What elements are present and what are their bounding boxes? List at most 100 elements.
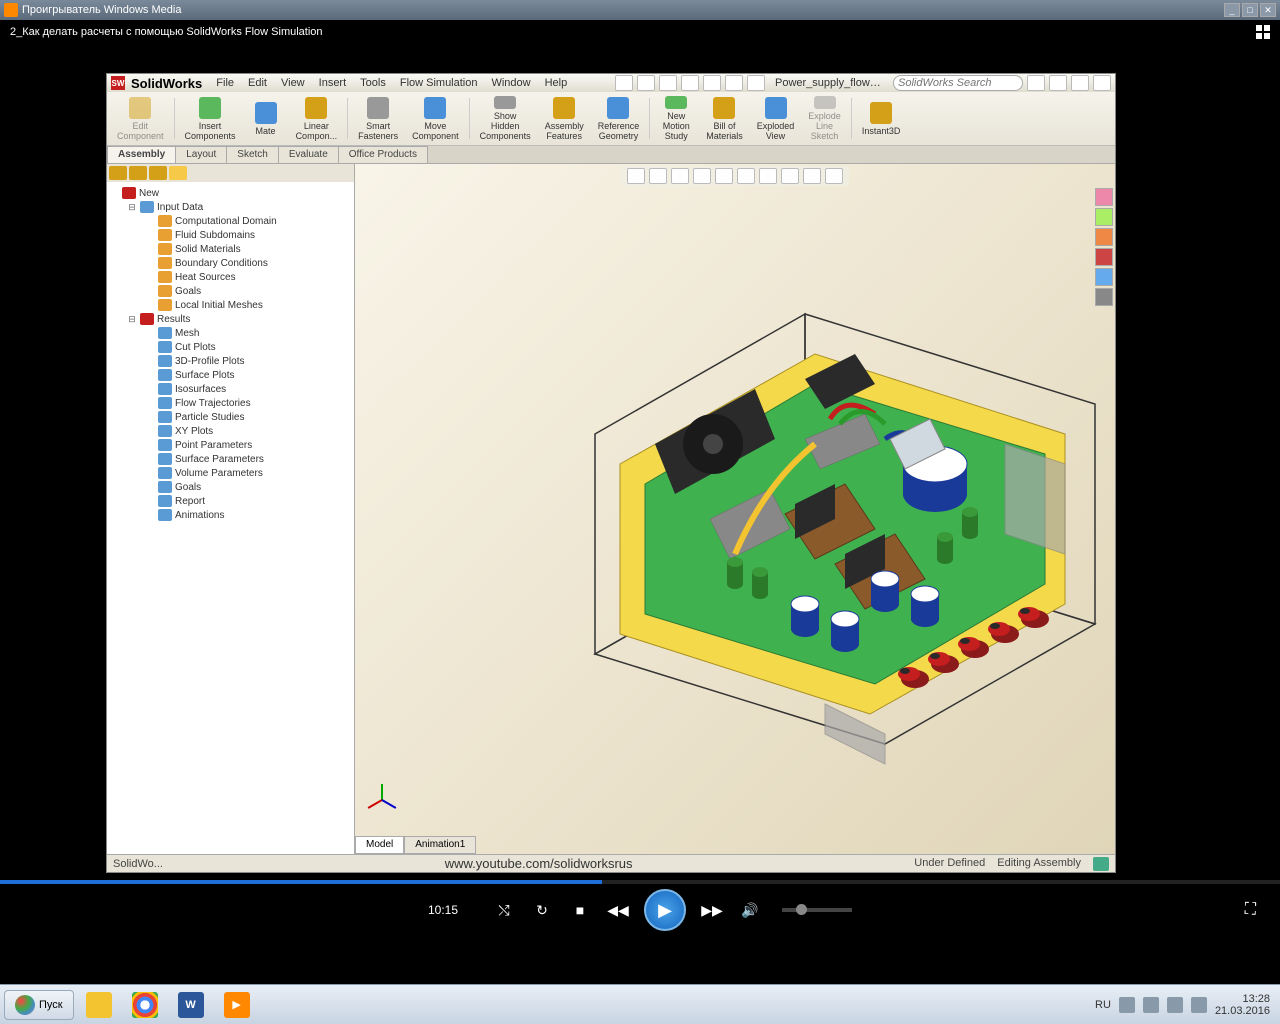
ribbon-linear[interactable]: LinearCompon... [290,94,344,143]
ribbon-mate[interactable]: Mate [244,94,288,143]
orientation-triad[interactable] [367,784,397,814]
ribbon-insert[interactable]: InsertComponents [179,94,242,143]
tab-sketch[interactable]: Sketch [226,146,279,163]
qat-open-button[interactable] [637,75,655,91]
zoom-area-icon[interactable] [649,168,667,184]
motion-tab-animation1[interactable]: Animation1 [404,836,476,854]
tree-xy-plots[interactable]: XY Plots [109,424,352,438]
qat-save-button[interactable] [659,75,677,91]
play-button[interactable]: ▶ [644,889,686,931]
file-explorer-icon[interactable] [1095,228,1113,246]
mute-button[interactable]: 🔊 [738,898,762,922]
menu-insert[interactable]: Insert [319,77,347,89]
menu-view[interactable]: View [281,77,305,89]
tray-action-icon[interactable] [1143,997,1159,1013]
clock[interactable]: 13:28 21.03.2016 [1215,993,1270,1017]
tree-local-initial-meshes[interactable]: Local Initial Meshes [109,298,352,312]
menu-file[interactable]: File [216,77,234,89]
search-input[interactable] [893,75,1023,91]
tree-fluid-subdomains[interactable]: Fluid Subdomains [109,228,352,242]
tray-chevron-icon[interactable] [1119,997,1135,1013]
tree--d-profile-plots[interactable]: 3D-Profile Plots [109,354,352,368]
taskbar-wmp[interactable]: ▶ [216,989,258,1021]
close-button[interactable]: ✕ [1260,3,1276,17]
tree-tab-property-icon[interactable] [129,166,147,180]
qat-rebuild-button[interactable] [725,75,743,91]
qat-options-button[interactable] [747,75,765,91]
next-button[interactable]: ▶▶ [700,898,724,922]
menu-window[interactable]: Window [491,77,530,89]
tray-network-icon[interactable] [1167,997,1183,1013]
tree-particle-studies[interactable]: Particle Studies [109,410,352,424]
maximize-button[interactable]: □ [1242,3,1258,17]
tree-tab-feature-icon[interactable] [109,166,127,180]
qat-new-button[interactable] [615,75,633,91]
window-restore-button[interactable] [1071,75,1089,91]
tree-volume-parameters[interactable]: Volume Parameters [109,466,352,480]
tab-assembly[interactable]: Assembly [107,146,176,163]
motion-tab-model[interactable]: Model [355,836,404,854]
tree-new[interactable]: New [109,186,352,200]
tree-heat-sources[interactable]: Heat Sources [109,270,352,284]
ribbon-assembly[interactable]: AssemblyFeatures [539,94,590,143]
tab-evaluate[interactable]: Evaluate [278,146,339,163]
apply-scene-icon[interactable] [803,168,821,184]
ribbon-instant-d[interactable]: Instant3D [856,94,907,143]
ribbon-bill-of[interactable]: Bill ofMaterials [700,94,749,143]
status-help-icon[interactable] [1093,857,1109,871]
minimize-button[interactable]: _ [1224,3,1240,17]
taskbar-explorer[interactable] [78,989,120,1021]
fullscreen-button[interactable]: ⛶ [1245,901,1256,919]
start-button[interactable]: Пуск [4,990,74,1020]
tree-flow-trajectories[interactable]: Flow Trajectories [109,396,352,410]
taskbar-chrome[interactable] [124,989,166,1021]
zoom-fit-icon[interactable] [627,168,645,184]
menu-flow-simulation[interactable]: Flow Simulation [400,77,478,89]
hide-show-icon[interactable] [759,168,777,184]
stop-button[interactable]: ■ [568,898,592,922]
view-settings-icon[interactable] [825,168,843,184]
view-orientation-icon[interactable] [715,168,733,184]
view-grid-icon[interactable] [1256,25,1270,39]
tree-solid-materials[interactable]: Solid Materials [109,242,352,256]
tree-surface-plots[interactable]: Surface Plots [109,368,352,382]
repeat-button[interactable]: ↻ [530,898,554,922]
tree-results[interactable]: ⊟Results [109,312,352,326]
tree-computational-domain[interactable]: Computational Domain [109,214,352,228]
ribbon-reference[interactable]: ReferenceGeometry [592,94,646,143]
tree-isosurfaces[interactable]: Isosurfaces [109,382,352,396]
tree-goals[interactable]: Goals [109,284,352,298]
tab-office-products[interactable]: Office Products [338,146,428,163]
tree-animations[interactable]: Animations [109,508,352,522]
design-library-icon[interactable] [1095,208,1113,226]
sw-resources-icon[interactable] [1095,188,1113,206]
volume-slider[interactable] [782,908,852,912]
edit-appearance-icon[interactable] [781,168,799,184]
tree-report[interactable]: Report [109,494,352,508]
menu-edit[interactable]: Edit [248,77,267,89]
tree-boundary-conditions[interactable]: Boundary Conditions [109,256,352,270]
menu-help[interactable]: Help [545,77,568,89]
taskbar-word[interactable]: W [170,989,212,1021]
tree-input-data[interactable]: ⊟Input Data [109,200,352,214]
tree-goals[interactable]: Goals [109,480,352,494]
ribbon-smart[interactable]: SmartFasteners [352,94,404,143]
qat-undo-button[interactable] [703,75,721,91]
tree-content[interactable]: New⊟Input DataComputational DomainFluid … [107,182,354,854]
menu-tools[interactable]: Tools [360,77,386,89]
tray-volume-icon[interactable] [1191,997,1207,1013]
window-close-button[interactable] [1093,75,1111,91]
section-view-icon[interactable] [693,168,711,184]
help-button[interactable] [1027,75,1045,91]
ribbon-new[interactable]: NewMotionStudy [654,94,698,143]
viewport[interactable]: ModelAnimation1 [355,164,1115,854]
ribbon-move[interactable]: MoveComponent [406,94,465,143]
window-minimize-button[interactable] [1049,75,1067,91]
qat-print-button[interactable] [681,75,699,91]
display-style-icon[interactable] [737,168,755,184]
view-palette-icon[interactable] [1095,248,1113,266]
tree-mesh[interactable]: Mesh [109,326,352,340]
previous-view-icon[interactable] [671,168,689,184]
tree-surface-parameters[interactable]: Surface Parameters [109,452,352,466]
tree-point-parameters[interactable]: Point Parameters [109,438,352,452]
